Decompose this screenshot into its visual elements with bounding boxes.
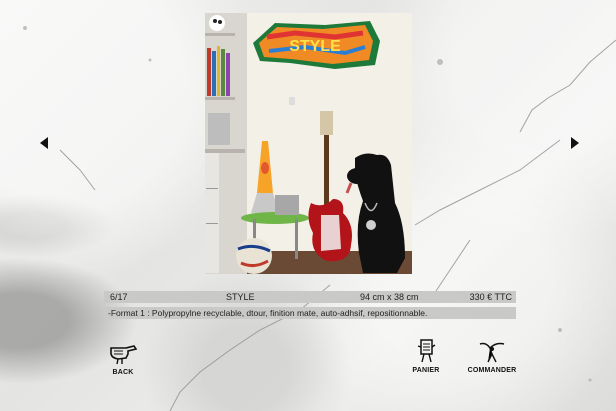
back-label: BACK <box>112 369 134 376</box>
product-title: STYLE <box>226 292 255 302</box>
product-price: 330 € TTC <box>469 292 512 302</box>
basket-figure-icon <box>417 339 436 363</box>
order-label: COMMANDER <box>467 367 517 374</box>
product-dimensions: 94 cm x 38 cm <box>360 292 419 302</box>
pointing-hand-icon <box>110 345 138 365</box>
previous-arrow-icon[interactable] <box>40 137 48 149</box>
basket-label: PANIER <box>412 367 440 374</box>
product-photo: STYLE <box>205 13 412 274</box>
basket-button[interactable]: PANIER <box>408 338 444 374</box>
product-description: -Format 1 : Polypropylne recyclable, dto… <box>104 307 516 319</box>
product-info-bar: 6/17 STYLE 94 cm x 38 cm 330 € TTC <box>104 291 516 303</box>
next-arrow-icon[interactable] <box>571 137 579 149</box>
back-button[interactable]: BACK <box>104 342 142 376</box>
graffiti-artwork: STYLE <box>253 21 380 69</box>
bird-figure-icon <box>479 342 505 363</box>
order-button[interactable]: COMMANDER <box>466 338 518 374</box>
svg-text:STYLE: STYLE <box>289 38 341 55</box>
gallery-index: 6/17 <box>110 292 128 302</box>
